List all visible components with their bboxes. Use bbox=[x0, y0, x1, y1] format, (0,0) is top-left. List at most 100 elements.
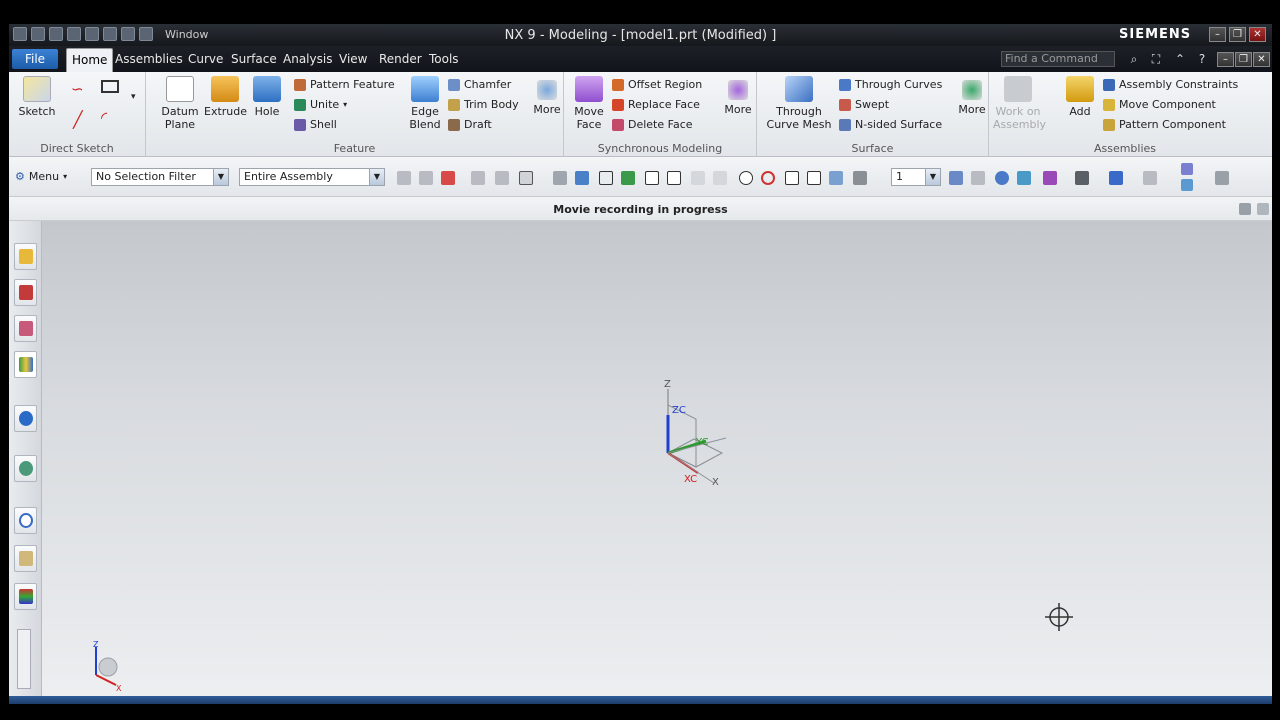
select-edge-icon[interactable] bbox=[471, 171, 485, 185]
pan-icon[interactable] bbox=[1017, 171, 1031, 185]
through-curves-button[interactable]: Through Curves bbox=[839, 78, 942, 91]
resource-system-materials[interactable] bbox=[14, 545, 37, 572]
select-body-icon[interactable] bbox=[495, 171, 509, 185]
close-button[interactable]: ✕ bbox=[1249, 27, 1266, 42]
work-on-assembly-button[interactable]: Work on Assembly bbox=[993, 76, 1046, 131]
bounded-grid-icon[interactable] bbox=[853, 171, 867, 185]
select-curve-icon[interactable] bbox=[419, 171, 433, 185]
rectangle-select-icon[interactable] bbox=[519, 171, 533, 185]
arc-center-icon[interactable] bbox=[739, 171, 753, 185]
display-mode-icon[interactable] bbox=[1075, 171, 1089, 185]
rendering-style-icon[interactable] bbox=[1043, 171, 1057, 185]
minimize-button[interactable]: – bbox=[1209, 27, 1226, 42]
profile-curve-button[interactable]: ∽ bbox=[71, 80, 84, 98]
draft-button[interactable]: Draft bbox=[448, 118, 492, 131]
show-hide-icon[interactable] bbox=[1181, 163, 1193, 175]
rotate-icon[interactable] bbox=[995, 171, 1009, 185]
resource-history[interactable] bbox=[14, 455, 37, 482]
datum-csys-triad[interactable]: Z ZC Y YC XC X bbox=[636, 375, 726, 485]
doc-close-button[interactable]: ✕ bbox=[1253, 52, 1270, 67]
find-command-input[interactable]: Find a Command bbox=[1001, 51, 1115, 67]
intersection-point-icon[interactable] bbox=[713, 171, 727, 185]
resource-web-browser[interactable] bbox=[14, 405, 37, 432]
fit-icon[interactable] bbox=[971, 171, 985, 185]
existing-point-icon[interactable] bbox=[785, 171, 799, 185]
file-tab[interactable]: File bbox=[12, 49, 58, 69]
feature-more-button[interactable]: More bbox=[530, 76, 564, 116]
solid-body-icon[interactable] bbox=[575, 171, 589, 185]
offset-region-button[interactable]: Offset Region bbox=[612, 78, 702, 91]
search-icon[interactable]: ⌕ bbox=[1127, 52, 1141, 66]
resource-scroll-control[interactable] bbox=[17, 629, 31, 689]
resource-assembly-navigator[interactable] bbox=[14, 243, 37, 270]
chevron-up-icon[interactable]: ⌃ bbox=[1173, 52, 1187, 66]
snap-mode-icon[interactable] bbox=[621, 171, 635, 185]
resource-constraint-navigator[interactable] bbox=[14, 279, 37, 306]
tab-analysis[interactable]: Analysis bbox=[283, 52, 332, 66]
snap-point-icon[interactable] bbox=[599, 171, 613, 185]
chamfer-button[interactable]: Chamfer bbox=[448, 78, 511, 91]
point-on-face-icon[interactable] bbox=[829, 171, 843, 185]
line-button[interactable]: ╱ bbox=[73, 110, 83, 129]
mid-point-icon[interactable] bbox=[667, 171, 681, 185]
quadrant-point-icon[interactable] bbox=[761, 171, 775, 185]
pattern-feature-button[interactable]: Pattern Feature bbox=[294, 78, 395, 91]
tab-view[interactable]: View bbox=[339, 52, 367, 66]
fit-view-icon[interactable]: ⛶ bbox=[1149, 52, 1163, 66]
shell-button[interactable]: Shell bbox=[294, 118, 337, 131]
swept-button[interactable]: Swept bbox=[839, 98, 889, 111]
curve-point-icon[interactable] bbox=[691, 171, 705, 185]
edge-blend-button[interactable]: Edge Blend bbox=[402, 76, 448, 131]
sketch-button[interactable]: Sketch bbox=[15, 76, 59, 118]
help-icon[interactable]: ? bbox=[1195, 52, 1209, 66]
replace-face-button[interactable]: Replace Face bbox=[612, 98, 700, 111]
selection-scope-select[interactable]: Entire Assembly ▼ bbox=[239, 168, 385, 186]
unite-button[interactable]: Unite ▾ bbox=[294, 98, 347, 111]
view-orientation-icon[interactable] bbox=[1109, 171, 1123, 185]
feature-select-icon[interactable] bbox=[553, 171, 567, 185]
orient-view-icon[interactable] bbox=[949, 171, 963, 185]
graphics-window[interactable]: Z ZC Y YC XC X Z X bbox=[42, 221, 1272, 696]
assembly-constraints-button[interactable]: Assembly Constraints bbox=[1103, 78, 1238, 91]
tab-tools[interactable]: Tools bbox=[429, 52, 459, 66]
delete-face-button[interactable]: Delete Face bbox=[612, 118, 693, 131]
tab-home[interactable]: Home bbox=[66, 48, 114, 72]
point-on-curve-icon[interactable] bbox=[807, 171, 821, 185]
surface-more-button[interactable]: More bbox=[955, 76, 989, 116]
general-selection-icon[interactable] bbox=[397, 171, 411, 185]
resource-reuse-library[interactable] bbox=[14, 351, 37, 378]
work-view-icon[interactable] bbox=[1143, 171, 1157, 185]
menu-button[interactable]: ⚙ Menu ▾ bbox=[15, 170, 67, 183]
doc-restore-button[interactable]: ❐ bbox=[1235, 52, 1252, 67]
work-layer-select[interactable]: 1 ▼ bbox=[891, 168, 941, 186]
toolbar-options-icon[interactable] bbox=[1215, 171, 1229, 185]
move-face-button[interactable]: Move Face bbox=[572, 76, 606, 131]
sketch-gallery-down[interactable]: ▾ bbox=[131, 92, 136, 102]
selection-filter-select[interactable]: No Selection Filter ▼ bbox=[91, 168, 229, 186]
pattern-component-button[interactable]: Pattern Component bbox=[1103, 118, 1226, 131]
arc-button[interactable]: ◜ bbox=[101, 108, 107, 127]
rectangle-button[interactable] bbox=[101, 80, 119, 93]
sync-more-button[interactable]: More bbox=[721, 76, 755, 116]
wcs-icon[interactable] bbox=[1181, 179, 1193, 191]
end-point-icon[interactable] bbox=[645, 171, 659, 185]
n-sided-surface-button[interactable]: N-sided Surface bbox=[839, 118, 942, 131]
restore-button[interactable]: ❐ bbox=[1229, 27, 1246, 42]
resource-roles[interactable] bbox=[14, 583, 37, 610]
hole-button[interactable]: Hole bbox=[250, 76, 284, 118]
resource-clock[interactable] bbox=[14, 507, 37, 534]
tab-render[interactable]: Render bbox=[379, 52, 422, 66]
doc-minimize-button[interactable]: – bbox=[1217, 52, 1234, 67]
tab-curve[interactable]: Curve bbox=[188, 52, 223, 66]
add-component-button[interactable]: Add bbox=[1063, 76, 1097, 118]
restore-graphics-icon[interactable] bbox=[1257, 203, 1269, 215]
resource-part-navigator[interactable] bbox=[14, 315, 37, 342]
select-face-icon[interactable] bbox=[441, 171, 455, 185]
through-curve-mesh-button[interactable]: Through Curve Mesh bbox=[765, 76, 833, 131]
trim-body-button[interactable]: Trim Body bbox=[448, 98, 519, 111]
extrude-button[interactable]: Extrude bbox=[204, 76, 247, 118]
maximize-graphics-icon[interactable] bbox=[1239, 203, 1251, 215]
tab-assemblies[interactable]: Assemblies bbox=[115, 52, 183, 66]
move-component-button[interactable]: Move Component bbox=[1103, 98, 1216, 111]
datum-plane-button[interactable]: Datum Plane bbox=[158, 76, 202, 131]
